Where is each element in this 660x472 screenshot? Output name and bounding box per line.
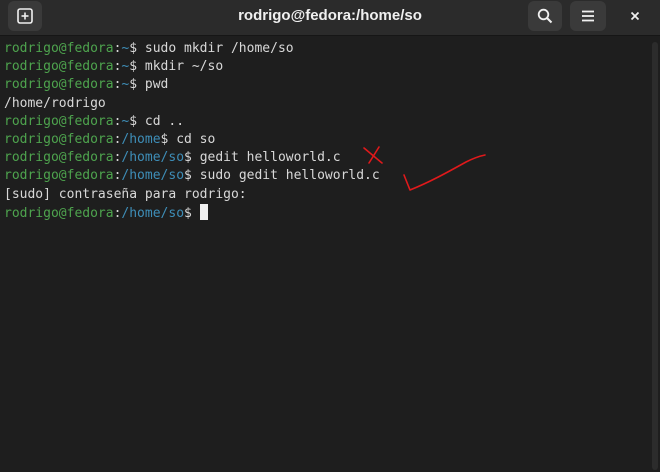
terminal-prompt-line: rodrigo@fedora:~$ cd .. <box>4 113 648 131</box>
terminal-prompt-line: rodrigo@fedora:/home/so$ sudo gedit hell… <box>4 167 648 185</box>
plus-square-icon <box>17 8 33 24</box>
prompt-user: rodrigo@fedora <box>4 59 114 75</box>
prompt-symbol: $ <box>184 150 200 166</box>
prompt-symbol: $ <box>160 131 177 147</box>
command-text: gedit helloworld.c <box>199 150 341 166</box>
prompt-user: rodrigo@fedora <box>4 77 114 93</box>
close-icon <box>630 11 640 21</box>
terminal-prompt-line: rodrigo@fedora:/home/so$ <box>4 203 648 222</box>
command-text: sudo gedit helloworld.c <box>199 168 380 184</box>
prompt-symbol: $ <box>129 113 145 129</box>
search-icon <box>537 8 553 24</box>
prompt-symbol: $ <box>184 205 200 221</box>
output-text: [sudo] contraseña para rodrigo: <box>4 186 247 202</box>
terminal-output-line: [sudo] contraseña para rodrigo: <box>4 186 648 204</box>
prompt-path: /home/so <box>121 168 185 184</box>
command-text: mkdir ~/so <box>144 59 224 75</box>
prompt-symbol: $ <box>129 77 145 93</box>
prompt-user: rodrigo@fedora <box>4 150 114 166</box>
prompt-user: rodrigo@fedora <box>4 131 114 147</box>
prompt-user: rodrigo@fedora <box>4 113 114 129</box>
terminal-prompt-line: rodrigo@fedora:~$ mkdir ~/so <box>4 58 648 76</box>
prompt-path: /home/so <box>121 150 185 166</box>
prompt-user: rodrigo@fedora <box>4 168 114 184</box>
window-title: rodrigo@fedora:/home/so <box>238 7 422 24</box>
output-text: /home/rodrigo <box>4 95 106 111</box>
prompt-path: /home/so <box>121 205 185 221</box>
search-button[interactable] <box>528 1 562 31</box>
terminal-window: rodrigo@fedora:/home/so rodrigo@fedora:~… <box>0 0 660 472</box>
terminal-prompt-line: rodrigo@fedora:~$ sudo mkdir /home/so <box>4 40 648 58</box>
command-text: cd so <box>176 131 216 147</box>
terminal-prompt-line: rodrigo@fedora:~$ pwd <box>4 76 648 94</box>
terminal-prompt-line: rodrigo@fedora:/home$ cd so <box>4 131 648 149</box>
command-text: sudo mkdir /home/so <box>144 41 294 56</box>
prompt-path: /home <box>121 131 161 147</box>
close-button[interactable] <box>622 3 648 29</box>
prompt-user: rodrigo@fedora <box>4 41 114 56</box>
command-text: cd .. <box>144 113 185 129</box>
hamburger-menu-icon <box>582 10 594 22</box>
new-tab-button[interactable] <box>8 1 42 31</box>
command-text: pwd <box>144 77 169 93</box>
terminal-output[interactable]: rodrigo@fedora:~$ sudo mkdir /home/so rod… <box>0 40 648 472</box>
terminal-prompt-line: rodrigo@fedora:/home/so$ gedit helloworl… <box>4 149 648 167</box>
scrollbar[interactable] <box>650 40 660 472</box>
terminal-output-line: /home/rodrigo <box>4 95 648 113</box>
prompt-user: rodrigo@fedora <box>4 205 114 221</box>
text-cursor <box>199 203 208 220</box>
prompt-symbol: $ <box>184 168 200 184</box>
prompt-symbol: $ <box>129 41 145 56</box>
prompt-symbol: $ <box>129 59 145 75</box>
title-bar: rodrigo@fedora:/home/so <box>0 0 660 36</box>
scrollbar-thumb[interactable] <box>652 42 658 470</box>
menu-button[interactable] <box>570 1 606 31</box>
